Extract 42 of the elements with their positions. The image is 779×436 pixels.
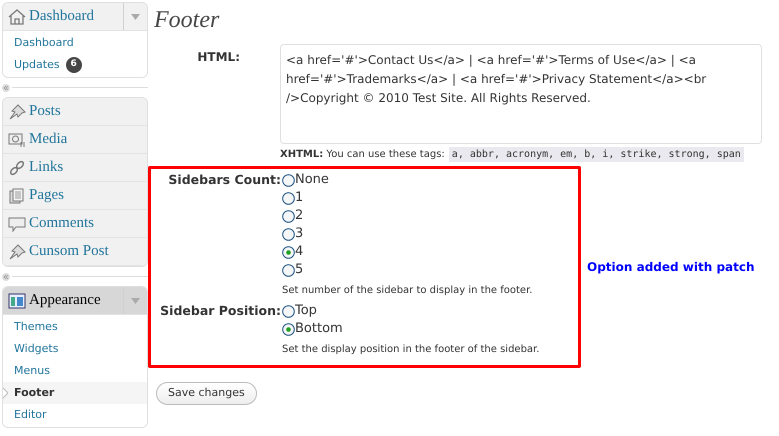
- allowed-tags: a, abbr, acronym, em, b, i, strike, strong, span: [448, 147, 744, 162]
- menu-item[interactable]: Cunsom Post: [3, 238, 147, 266]
- menu-label: Links: [29, 158, 64, 178]
- field-label: HTML:: [197, 49, 240, 66]
- menu-item[interactable]: Links: [3, 154, 147, 182]
- menu-label: Media: [29, 130, 68, 150]
- radio-option[interactable]: Bottom: [282, 320, 540, 338]
- submenu-item[interactable]: Widgets: [14, 340, 58, 358]
- radio-option[interactable]: 3: [282, 225, 532, 243]
- submenu-item[interactable]: Menus: [14, 362, 50, 380]
- option-hint: Set number of the sidebar to display in the footer.: [282, 284, 532, 298]
- option-hint: Set the display position in the footer of the sidebar.: [282, 343, 540, 357]
- menu-item[interactable]: Comments: [3, 210, 147, 238]
- menu-label: Posts: [29, 102, 62, 122]
- option-label: Sidebars Count:: [168, 171, 281, 189]
- menu-item[interactable]: Dashboard: [3, 3, 147, 31]
- radio-option[interactable]: 2: [282, 207, 532, 225]
- menu-label: Cunsom Post: [29, 242, 110, 262]
- submenu-item[interactable]: Editor: [14, 406, 47, 424]
- radio-option[interactable]: 4: [282, 243, 532, 261]
- hint-text: XHTML: You can use these tags:: [280, 148, 445, 162]
- menu-label: Comments: [29, 214, 96, 234]
- radio-option[interactable]: None: [282, 171, 532, 189]
- menu-label: Pages: [29, 186, 65, 206]
- page-title: Footer: [154, 6, 220, 35]
- option-label: Sidebar Position:: [160, 302, 281, 320]
- count-badge: 6: [66, 57, 82, 73]
- menu-label: Appearance: [29, 291, 102, 310]
- submenu-item[interactable]: Themes: [14, 318, 58, 336]
- radio-option[interactable]: 1: [282, 189, 532, 207]
- radio-option[interactable]: 5: [282, 261, 532, 279]
- menu-item[interactable]: Media: [3, 126, 147, 154]
- menu-label: Dashboard: [29, 7, 95, 26]
- save-button[interactable]: Save changes: [156, 382, 257, 405]
- html-textarea[interactable]: <a href='#'>Contact Us</a> | <a href='#'>Terms of Use</a> | <a href='#'>Trademarks</a> | <a href='#'>Privacy Statement</a><br />Copyright © 2010 Test Site. All Rights Reserved.: [280, 44, 762, 144]
- annotation-text: Option added with patch: [587, 259, 755, 276]
- menu-item[interactable]: Posts: [3, 98, 147, 126]
- menu-item[interactable]: Pages: [3, 182, 147, 210]
- menu-item[interactable]: Appearance: [3, 287, 147, 315]
- submenu-item[interactable]: Updates: [14, 56, 60, 74]
- submenu-item[interactable]: Dashboard: [14, 34, 74, 52]
- radio-option[interactable]: Top: [282, 302, 540, 320]
